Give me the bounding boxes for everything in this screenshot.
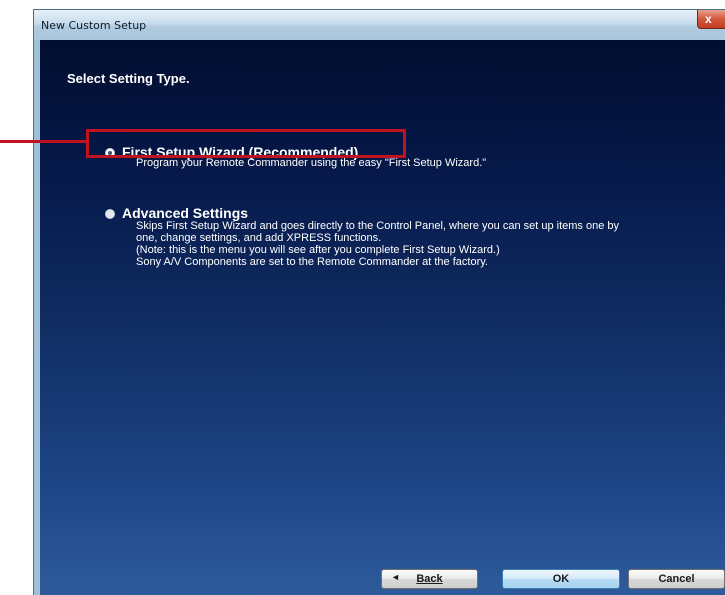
close-icon: x	[705, 12, 712, 26]
setup-window: New Custom Setup x Select Setting Type. …	[33, 9, 725, 595]
back-button[interactable]: ◄ Back	[381, 569, 478, 589]
cancel-button[interactable]: Cancel	[628, 569, 725, 589]
description-line: Sony A/V Components are set to the Remot…	[136, 256, 488, 268]
page-heading: Select Setting Type.	[67, 71, 190, 86]
back-button-label: Back	[416, 573, 443, 585]
wizard-panel: Select Setting Type. First Setup Wizard …	[40, 40, 725, 595]
annotation-highlight-box	[86, 129, 406, 158]
option-advanced-settings-label[interactable]: Advanced Settings	[122, 205, 248, 221]
window-title: New Custom Setup	[41, 19, 147, 32]
description-line: Skips First Setup Wizard and goes direct…	[136, 220, 620, 232]
title-bar[interactable]: New Custom Setup x	[34, 10, 725, 40]
close-button[interactable]: x	[697, 10, 725, 29]
description-line: Program your Remote Commander using the …	[136, 157, 487, 169]
back-arrow-icon: ◄	[391, 572, 400, 582]
description-line: (Note: this is the menu you will see aft…	[136, 244, 500, 256]
annotation-leader-line	[0, 140, 86, 143]
ok-button-label: OK	[552, 573, 570, 585]
radio-advanced-settings[interactable]	[105, 209, 115, 219]
ok-button[interactable]: OK	[502, 569, 620, 589]
option-first-setup-wizard-description: Program your Remote Commander using the …	[136, 157, 486, 169]
option-advanced-settings-description: Skips First Setup Wizard and goes direct…	[136, 220, 619, 268]
description-line: one, change settings, and add XPRESS fun…	[136, 232, 382, 244]
cancel-button-label: Cancel	[658, 573, 695, 585]
